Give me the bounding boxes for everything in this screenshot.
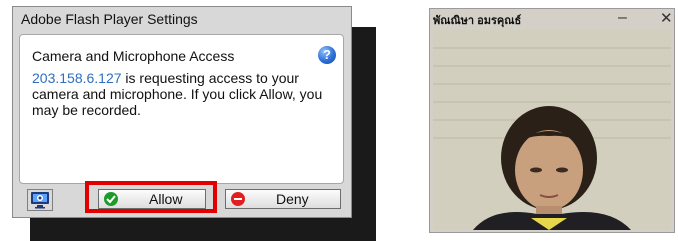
minimize-button[interactable]: –	[618, 9, 627, 27]
deny-button[interactable]: Deny	[225, 189, 341, 209]
webcam-window-title: พัณณิษา อมรคุณธ์	[433, 15, 522, 27]
panel-heading: Camera and Microphone Access	[32, 48, 235, 64]
webcam-person-image	[433, 30, 671, 230]
flash-settings-dialog: Adobe Flash Player Settings Camera and M…	[12, 6, 352, 218]
help-icon[interactable]: ?	[318, 46, 336, 64]
allow-label: Allow	[149, 191, 183, 207]
dialog-title: Adobe Flash Player Settings	[21, 11, 198, 27]
close-button[interactable]: ✕	[660, 9, 673, 27]
allow-button[interactable]: Allow	[98, 189, 206, 209]
webcam-window: พัณณิษา อมรคุณธ์ – ✕	[429, 8, 675, 233]
access-message: 203.158.6.127 is requesting access to yo…	[32, 70, 332, 118]
requesting-ip: 203.158.6.127	[32, 70, 122, 86]
camera-settings-button[interactable]	[27, 189, 53, 211]
checkmark-icon	[104, 192, 118, 206]
webcam-icon	[31, 192, 49, 209]
no-entry-icon	[231, 192, 245, 206]
access-panel: Camera and Microphone Access ? 203.158.6…	[19, 34, 344, 184]
deny-label: Deny	[276, 191, 309, 207]
webcam-video-feed	[433, 30, 671, 230]
